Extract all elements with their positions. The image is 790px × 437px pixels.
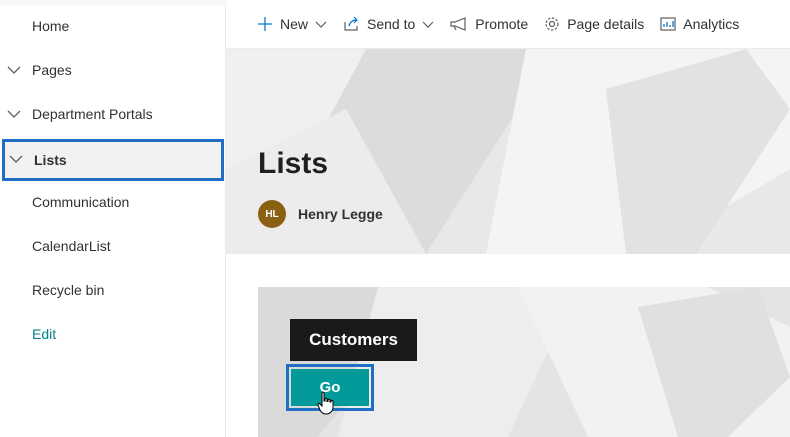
nav-item-label: Communication [32, 194, 130, 210]
nav-item-lists[interactable]: Lists [2, 139, 224, 181]
nav-item-recycle-bin[interactable]: Recycle bin [0, 270, 226, 310]
send-to-label: Send to [367, 16, 416, 32]
nav-item-calendarlist[interactable]: CalendarList [0, 226, 226, 266]
avatar: HL [258, 200, 286, 228]
nav-item-label: Recycle bin [32, 282, 105, 298]
nav-item-communication[interactable]: Communication [0, 182, 226, 222]
promote-button[interactable]: Promote [450, 16, 528, 32]
command-bar: New Send to Promote Page details Analyti… [226, 0, 790, 49]
nav-item-pages[interactable]: Pages [0, 50, 226, 90]
promote-label: Promote [475, 16, 529, 32]
author-name[interactable]: Henry Legge [298, 206, 383, 222]
chevron-down-icon [422, 21, 434, 28]
tile-title: Customers [290, 319, 417, 361]
customers-tile: Customers Go [258, 287, 790, 437]
chevron-down-icon[interactable] [7, 63, 21, 77]
new-button[interactable]: New [257, 16, 327, 32]
nav-item-label: Department Portals [32, 106, 153, 122]
chevron-down-icon [315, 21, 327, 28]
nav-item-label: Pages [32, 62, 72, 78]
edit-link-label: Edit [32, 326, 57, 342]
analytics-button[interactable]: Analytics [660, 16, 739, 32]
tile-background-image [258, 287, 790, 437]
page-title: Lists [258, 147, 329, 180]
author-byline[interactable]: HL Henry Legge [258, 200, 383, 228]
share-icon [344, 16, 358, 31]
left-navigation: Home Pages Department Portals Lists Comm… [0, 0, 226, 437]
megaphone-icon [450, 17, 466, 31]
nav-item-label: CalendarList [32, 238, 111, 254]
analytics-label: Analytics [683, 16, 740, 32]
page-header-banner: Lists HL Henry Legge [226, 49, 790, 254]
hand-pointer-icon [317, 391, 334, 415]
nav-item-department-portals[interactable]: Department Portals [0, 94, 226, 134]
nav-item-home[interactable]: Home [0, 6, 226, 46]
top-edge [0, 0, 226, 5]
nav-item-label: Home [32, 18, 70, 34]
page-details-label: Page details [567, 16, 645, 32]
nav-edit-link[interactable]: Edit [0, 314, 226, 354]
chevron-down-icon[interactable] [7, 107, 21, 121]
plus-icon [258, 17, 272, 31]
new-label: New [280, 16, 309, 32]
gear-icon [545, 17, 559, 31]
send-to-button[interactable]: Send to [343, 16, 434, 32]
page-details-button[interactable]: Page details [544, 16, 644, 32]
nav-item-label: Lists [34, 152, 67, 168]
analytics-icon [660, 17, 676, 31]
chevron-down-icon[interactable] [9, 152, 23, 166]
